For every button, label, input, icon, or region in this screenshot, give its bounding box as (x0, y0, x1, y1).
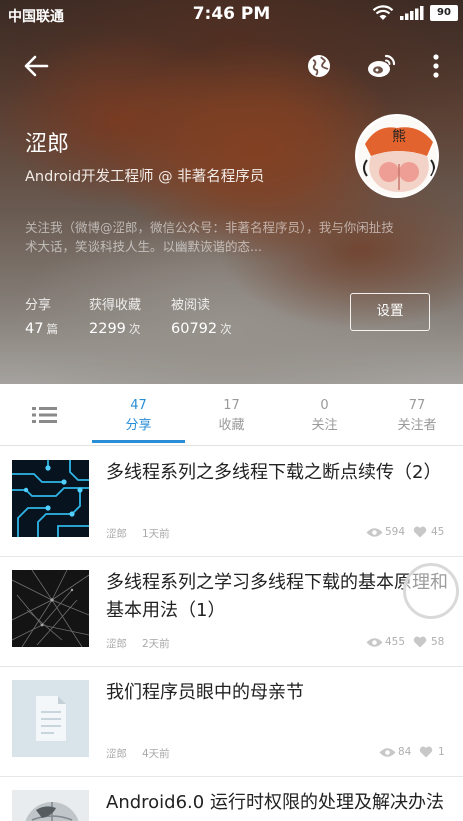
stat-value: 47 (25, 321, 44, 337)
article-title[interactable]: Android6.0 运行时权限的处理及解决办法 (106, 789, 451, 817)
article-time: 1天前 (142, 528, 170, 540)
heart-icon (413, 526, 427, 538)
like-count: 58 (431, 636, 445, 648)
like-count: 1 (438, 746, 445, 758)
tab-count: 77 (408, 398, 426, 413)
tab-following[interactable]: 0 关注 (278, 384, 371, 446)
avatar-text: 熊 (392, 129, 406, 145)
tab-label: 关注 (311, 418, 338, 433)
tab-shares[interactable]: 47 分享 (92, 384, 185, 446)
status-bar: 中国联通 7:46 PM 90 (0, 0, 463, 28)
article-author: 涩郎 (106, 748, 127, 760)
article-title[interactable]: 多线程系列之学习多线程下载的基本原理和基本用法（1） (106, 569, 451, 625)
stat-unit: 次 (220, 322, 232, 336)
tab-count: 17 (223, 398, 240, 413)
circuit-board-image (12, 460, 89, 537)
network-lines-image (12, 570, 89, 647)
stat-unit: 次 (128, 322, 141, 336)
list-item[interactable]: 我们程序员眼中的母亲节 涩郎 4天前 84 1 (0, 667, 463, 777)
article-thumbnail (12, 680, 89, 757)
profile-name: 涩郎 (25, 132, 70, 157)
document-placeholder-image (12, 680, 89, 757)
signal-icon (400, 6, 424, 20)
stat-label: 分享 (25, 298, 52, 313)
active-tab-indicator (92, 440, 185, 443)
article-author: 涩郎 (106, 528, 127, 540)
heart-icon (413, 636, 427, 648)
stat-shares: 分享 47 篇 (25, 294, 58, 337)
avatar[interactable]: 熊 (355, 114, 439, 198)
stat-label: 被阅读 (171, 298, 211, 313)
tab-count: 47 (130, 398, 147, 413)
profile-bio: 关注我（微博@涩郎，微信公众号：非著名程序员），我与你闲扯技术大话，笑谈科技人生… (25, 220, 394, 254)
stat-value: 60792 (171, 321, 218, 337)
view-count: 455 (385, 636, 406, 648)
tab-count: 0 (320, 398, 329, 413)
battery-indicator: 90 (430, 5, 458, 21)
globe-image (12, 790, 89, 821)
tab-label: 收藏 (218, 418, 245, 433)
tab-favorites[interactable]: 17 收藏 (185, 384, 278, 446)
globe-icon[interactable] (306, 53, 332, 79)
eye-icon (366, 638, 383, 647)
profile-title: Android开发工程师 @ 非著名程序员 (25, 169, 265, 185)
back-arrow-icon[interactable] (22, 52, 50, 80)
view-count: 594 (385, 526, 406, 538)
article-thumbnail (12, 460, 89, 537)
article-title[interactable]: 我们程序员眼中的母亲节 (106, 679, 451, 707)
list-item[interactable]: Android6.0 运行时权限的处理及解决办法 (0, 777, 463, 821)
profile-tabs: 47 分享 17 收藏 0 关注 77 关注者 (0, 384, 463, 446)
like-count: 45 (431, 526, 445, 538)
wifi-icon (372, 5, 394, 20)
stat-label: 获得收藏 (89, 298, 142, 313)
list-item[interactable]: 多线程系列之多线程下载之断点续传（2） 涩郎 1天前 594 45 (0, 447, 463, 557)
article-title[interactable]: 多线程系列之多线程下载之断点续传（2） (106, 459, 451, 487)
article-author: 涩郎 (106, 638, 127, 650)
more-vertical-icon[interactable] (430, 53, 442, 79)
stat-reads: 被阅读 60792 次 (171, 294, 232, 337)
weibo-icon[interactable] (366, 53, 396, 79)
article-thumbnail (12, 790, 89, 821)
tab-label: 关注者 (397, 418, 437, 433)
tab-label: 分享 (125, 418, 152, 433)
article-time: 2天前 (142, 638, 170, 650)
list-item[interactable]: 多线程系列之学习多线程下载的基本原理和基本用法（1） 涩郎 2天前 455 58 (0, 557, 463, 667)
stat-value: 2299 (89, 321, 126, 337)
eye-icon (379, 748, 396, 757)
view-count: 84 (398, 746, 412, 758)
heart-icon (419, 746, 433, 758)
article-time: 4天前 (142, 748, 170, 760)
profile-header: 中国联通 7:46 PM 90 涩郎 Android开发工程师 @ 非著名程序员… (0, 0, 463, 384)
list-view-icon[interactable] (30, 404, 60, 426)
stat-favorites-received: 获得收藏 2299 次 (89, 294, 141, 337)
stat-unit: 篇 (46, 322, 58, 336)
avatar-illustration: 熊 (357, 116, 437, 196)
floating-action-circle[interactable] (403, 563, 459, 619)
article-thumbnail (12, 570, 89, 647)
eye-icon (366, 528, 383, 537)
settings-button[interactable]: 设置 (350, 293, 430, 331)
tab-followers[interactable]: 77 关注者 (371, 384, 463, 446)
